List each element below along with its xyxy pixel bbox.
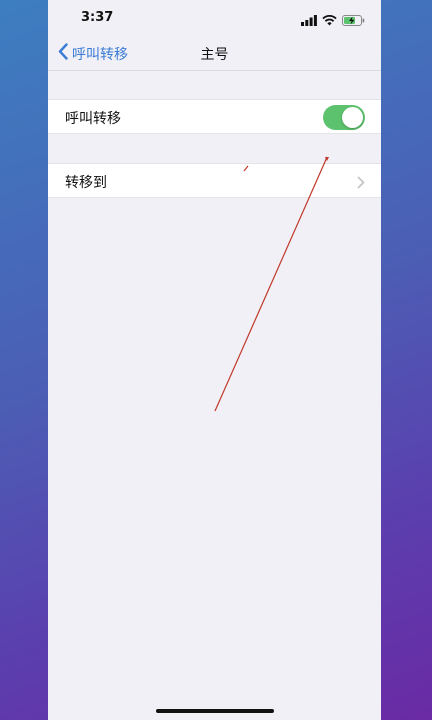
- status-icons: [301, 11, 365, 30]
- call-forwarding-toggle[interactable]: [323, 105, 365, 130]
- status-bar: 3:37: [48, 0, 381, 36]
- status-time: 3:37: [81, 10, 114, 25]
- navigation-bar: 呼叫转移 主号: [48, 36, 381, 71]
- forward-to-label: 转移到: [65, 175, 107, 191]
- forward-to-row[interactable]: 转移到: [48, 163, 381, 198]
- chevron-right-icon: [357, 174, 365, 193]
- cellular-signal-icon: [301, 11, 317, 30]
- toggle-knob: [342, 107, 363, 128]
- battery-charging-icon: [342, 11, 365, 30]
- phone-screen: 3:37 呼叫转移 主号 呼叫转移 转移到: [48, 0, 381, 720]
- wifi-icon: [322, 11, 337, 30]
- page-title: 主号: [200, 47, 229, 63]
- home-indicator: [156, 709, 274, 713]
- call-forwarding-label: 呼叫转移: [65, 111, 121, 127]
- call-forwarding-row: 呼叫转移: [48, 99, 381, 134]
